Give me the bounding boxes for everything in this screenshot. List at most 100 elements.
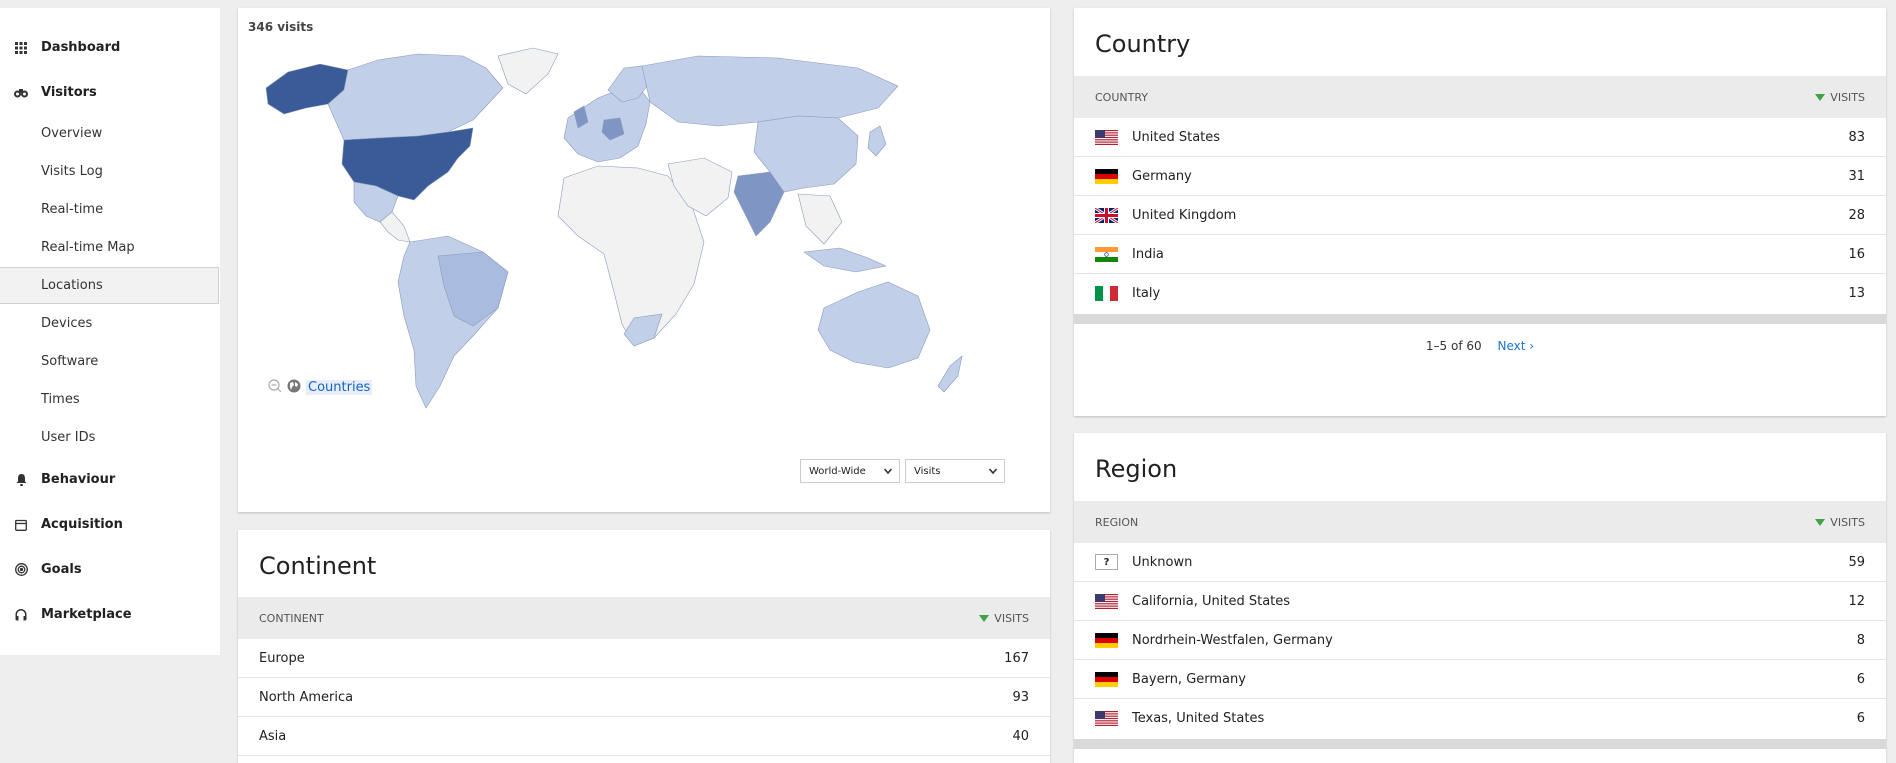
map-country-canada — [327, 53, 504, 141]
zoom-out-icon[interactable] — [268, 378, 282, 397]
country-title: Country — [1095, 30, 1191, 58]
table-row[interactable]: Texas, United States 6 — [1074, 699, 1886, 738]
flag-gb-icon — [1095, 208, 1118, 223]
row-value: 40 — [1012, 728, 1029, 744]
sidebar-item-goals[interactable]: Goals — [0, 547, 220, 592]
sort-desc-icon — [979, 614, 990, 622]
sidebar-item-dashboard[interactable]: Dashboard — [0, 25, 220, 70]
binoculars-icon — [14, 86, 28, 100]
chevron-down-icon — [883, 466, 893, 479]
sidebar-item-visitors[interactable]: Visitors — [0, 70, 220, 115]
sidebar-item-user-ids[interactable]: User IDs — [0, 419, 219, 456]
sidebar-item-real-time[interactable]: Real-time — [0, 191, 219, 228]
world-map[interactable] — [258, 46, 1028, 426]
continent-title: Continent — [259, 552, 377, 580]
flag-de-icon — [1095, 169, 1118, 184]
row-value: 16 — [1848, 246, 1865, 262]
map-country-new-zealand — [937, 355, 963, 393]
column-header-continent[interactable]: CONTINENT — [259, 612, 324, 625]
row-value: 59 — [1848, 554, 1865, 570]
column-header-visits[interactable]: VISITS — [1815, 91, 1865, 104]
table-row[interactable]: Italy 13 — [1074, 274, 1886, 313]
column-header-region[interactable]: REGION — [1095, 516, 1138, 529]
sidebar-item-visits-log[interactable]: Visits Log — [0, 153, 219, 190]
map-visits-count: 346 visits — [248, 20, 314, 34]
sidebar-item-behaviour[interactable]: Behaviour — [0, 457, 220, 502]
sidebar-item-label: Acquisition — [41, 517, 123, 532]
table-row[interactable]: United Kingdom 28 — [1074, 196, 1886, 235]
visitor-map-card: 346 visits Countries World-Wide Visits — [238, 8, 1050, 512]
sidebar-item-real-time-map[interactable]: Real-time Map — [0, 229, 219, 266]
table-row[interactable]: North America 93 — [238, 678, 1050, 717]
sidebar-item-acquisition[interactable]: Acquisition — [0, 502, 220, 547]
row-label: Unknown — [1132, 554, 1193, 570]
sidebar-item-label: Marketplace — [41, 607, 132, 622]
column-header-visits[interactable]: VISITS — [979, 612, 1029, 625]
flag-de-icon — [1095, 672, 1118, 687]
region-select[interactable]: World-Wide — [800, 459, 900, 483]
sidebar-item-software[interactable]: Software — [0, 343, 219, 380]
calendar-icon — [14, 518, 28, 532]
row-value: 6 — [1856, 671, 1865, 687]
row-value: 12 — [1848, 593, 1865, 609]
table-row[interactable]: Europe 167 — [238, 639, 1050, 678]
pagination: 1–5 of 60 Next › — [1074, 339, 1886, 353]
flag-de-icon — [1095, 633, 1118, 648]
flag-us-icon — [1095, 711, 1118, 726]
table-footer-band — [1074, 314, 1886, 324]
region-select-value: World-Wide — [809, 465, 866, 477]
row-value: 28 — [1848, 207, 1865, 223]
metric-select-value: Visits — [914, 465, 941, 477]
next-page-link[interactable]: Next › — [1497, 339, 1534, 353]
sidebar-item-locations[interactable]: Locations — [0, 267, 219, 304]
column-header-visits[interactable]: VISITS — [1815, 516, 1865, 529]
map-country-se-asia — [797, 193, 843, 245]
sidebar-item-overview[interactable]: Overview — [0, 115, 219, 152]
region-card: Region REGION VISITS ? Unknown 59 Califo… — [1074, 433, 1886, 763]
sidebar-item-marketplace[interactable]: Marketplace — [0, 592, 220, 637]
row-value: 13 — [1848, 286, 1865, 301]
table-row[interactable]: United States 83 — [1074, 118, 1886, 157]
flag-us-icon — [1095, 130, 1118, 145]
sidebar-item-label: Goals — [41, 562, 82, 577]
table-row[interactable]: Nordrhein-Westfalen, Germany 8 — [1074, 621, 1886, 660]
map-country-greenland — [497, 47, 559, 95]
row-label: Asia — [259, 728, 287, 744]
table-row[interactable]: California, United States 12 — [1074, 582, 1886, 621]
country-table-header: COUNTRY VISITS — [1074, 76, 1886, 118]
table-row[interactable]: Asia 40 — [238, 717, 1050, 756]
sidebar: Dashboard Visitors Overview Visits Log R… — [0, 0, 220, 655]
table-row[interactable]: Germany 31 — [1074, 157, 1886, 196]
row-label: United Kingdom — [1132, 207, 1237, 223]
pagination-range: 1–5 of 60 — [1425, 339, 1482, 353]
grid-icon — [14, 41, 28, 55]
target-icon — [14, 563, 28, 577]
metric-select[interactable]: Visits — [905, 459, 1005, 483]
continent-card: Continent CONTINENT VISITS Europe 167 No… — [238, 530, 1050, 763]
table-row[interactable]: ? Unknown 59 — [1074, 543, 1886, 582]
sidebar-item-label: Behaviour — [41, 472, 116, 487]
table-row[interactable]: India 16 — [1074, 235, 1886, 274]
row-value: 31 — [1848, 168, 1865, 184]
region-table-header: REGION VISITS — [1074, 501, 1886, 543]
region-title: Region — [1095, 455, 1178, 483]
row-label: California, United States — [1132, 593, 1291, 609]
map-country-japan — [867, 125, 887, 157]
row-label: Texas, United States — [1132, 711, 1265, 726]
map-country-indonesia — [803, 247, 887, 273]
table-footer-band — [1074, 739, 1886, 749]
row-value: 167 — [1004, 650, 1029, 666]
countries-link[interactable]: Countries — [306, 380, 373, 395]
table-row[interactable]: Bayern, Germany 6 — [1074, 660, 1886, 699]
column-header-country[interactable]: COUNTRY — [1095, 91, 1148, 104]
sort-desc-icon — [1815, 518, 1826, 526]
sidebar-item-devices[interactable]: Devices — [0, 305, 219, 342]
sidebar-item-times[interactable]: Times — [0, 381, 219, 418]
row-value: 6 — [1856, 711, 1865, 726]
map-country-australia — [817, 281, 931, 369]
flag-us-icon — [1095, 594, 1118, 609]
flag-it-icon — [1095, 286, 1118, 301]
unknown-flag-icon: ? — [1095, 554, 1118, 570]
continent-table-header: CONTINENT VISITS — [238, 597, 1050, 639]
row-value: 83 — [1848, 129, 1865, 145]
